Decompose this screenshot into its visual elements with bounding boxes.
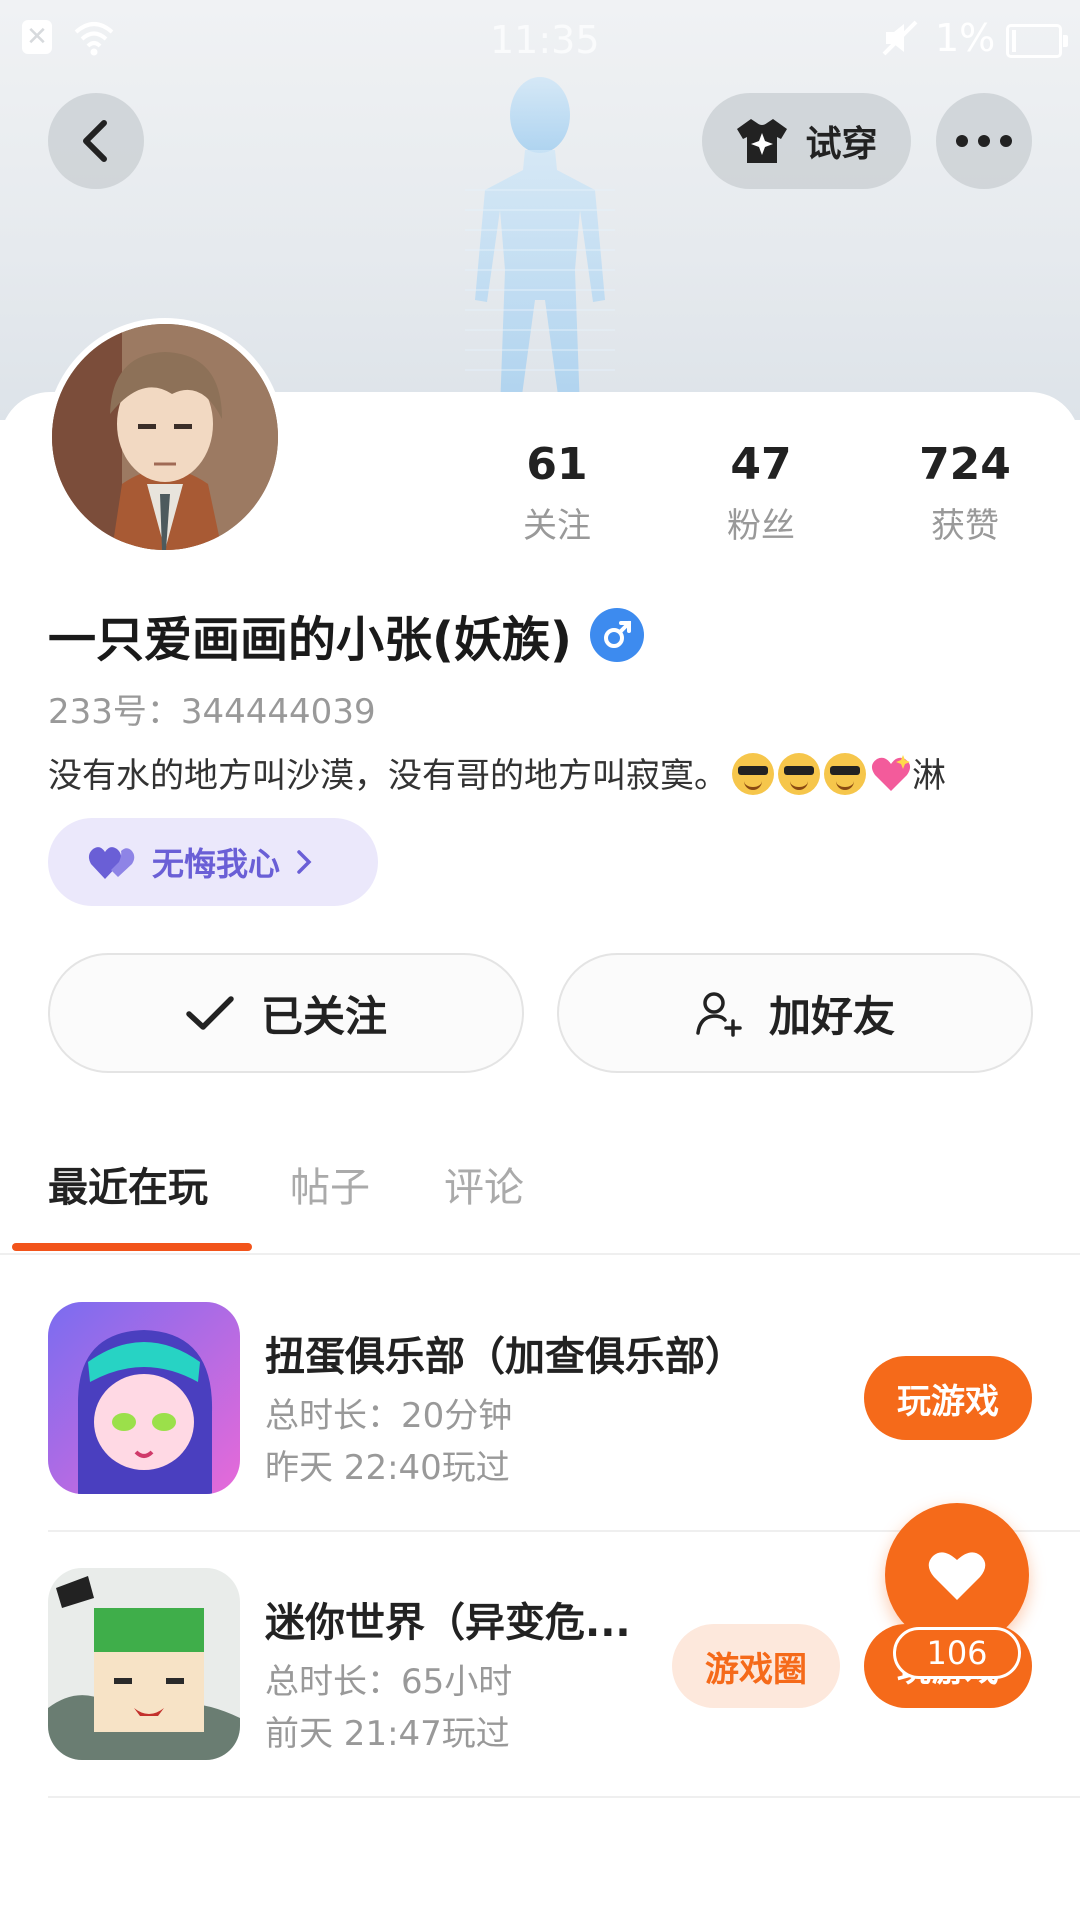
username: 一只爱画画的小张(妖族) (48, 612, 572, 668)
profile-tabs: 最近在玩 帖子 评论 (0, 1155, 1080, 1255)
try-on-button[interactable]: 试穿 (702, 93, 911, 189)
stat-followers[interactable]: 47 粉丝 (691, 440, 831, 547)
like-fab-button[interactable] (885, 1503, 1029, 1647)
more-button[interactable] (936, 93, 1032, 189)
wifi-icon (74, 22, 114, 56)
avatar-portrait-image (52, 324, 278, 550)
bio-suffix: 淋 (912, 756, 946, 796)
game-icon-gacha-club[interactable] (48, 1302, 240, 1494)
followers-label: 粉丝 (727, 506, 795, 546)
tab-comments[interactable]: 评论 (444, 1155, 524, 1213)
add-friend-button[interactable]: 加好友 (557, 953, 1033, 1073)
sunglasses-emoji-icon (824, 753, 866, 795)
chevron-right-icon (297, 850, 312, 874)
double-heart-icon (88, 847, 135, 879)
avatar-3d-figure (465, 77, 615, 410)
active-tab-indicator (12, 1243, 252, 1251)
male-gender-icon (589, 608, 644, 662)
sunglasses-emoji-icon (778, 753, 820, 795)
username-row: 一只爱画画的小张(妖族) (48, 600, 644, 670)
back-button[interactable] (48, 93, 144, 189)
mute-icon (882, 20, 918, 56)
bio-text: 没有水的地方叫沙漠，没有哥的地方叫寂寞。 (48, 756, 728, 796)
game-duration: 总时长：20分钟 (265, 1396, 513, 1436)
stat-likes[interactable]: 724 获赞 (895, 440, 1035, 547)
battery-icon (1006, 24, 1068, 58)
sunglasses-emoji-icon (732, 753, 774, 795)
row-divider (48, 1796, 1080, 1798)
chevron-left-icon (83, 120, 107, 162)
like-count-badge: 106 (893, 1627, 1021, 1679)
more-dots-icon (956, 135, 1012, 147)
checkmark-icon (186, 996, 234, 1030)
game-title: 迷你世界（异变危... (265, 1600, 631, 1646)
followed-button[interactable]: 已关注 (48, 953, 524, 1073)
avatar[interactable] (46, 318, 284, 556)
tab-posts[interactable]: 帖子 (290, 1155, 370, 1213)
game-duration: 总时长：65小时 (265, 1662, 513, 1702)
battery-percentage: 1% (935, 16, 996, 60)
game-last-played: 昨天 22:40玩过 (265, 1448, 510, 1488)
notification-close-icon: ✕ (22, 20, 52, 54)
likes-label: 获赞 (931, 506, 999, 546)
sparkling-heart-emoji-icon (871, 755, 911, 791)
followers-count: 47 (730, 439, 792, 490)
add-user-icon (696, 992, 742, 1037)
followed-label: 已关注 (260, 991, 387, 1041)
game-last-played: 前天 21:47玩过 (265, 1714, 510, 1754)
try-on-label: 试穿 (805, 124, 878, 165)
user-bio: 没有水的地方叫沙漠，没有哥的地方叫寂寞。 淋 (48, 748, 946, 797)
stat-following[interactable]: 61 关注 (487, 440, 627, 547)
game-icon-mini-world[interactable] (48, 1568, 240, 1760)
tab-recently-played[interactable]: 最近在玩 (48, 1155, 208, 1213)
game-title: 扭蛋俱乐部（加查俱乐部） (265, 1334, 745, 1380)
tshirt-sparkle-icon (737, 119, 788, 163)
add-friend-label: 加好友 (768, 991, 895, 1041)
following-label: 关注 (523, 506, 591, 546)
status-bar: ✕ 11:35 1% (0, 0, 1080, 80)
following-count: 61 (526, 439, 588, 490)
play-game-button[interactable]: 玩游戏 (864, 1356, 1032, 1440)
game-list-item[interactable]: 扭蛋俱乐部（加查俱乐部） 总时长：20分钟 昨天 22:40玩过 玩游戏 (0, 1276, 1080, 1542)
tabs-divider (0, 1253, 1080, 1255)
game-circle-button[interactable]: 游戏圈 (672, 1624, 840, 1708)
relationship-tag-button[interactable]: 无悔我心 (48, 818, 378, 906)
tag-label: 无悔我心 (152, 845, 281, 883)
likes-count: 724 (919, 439, 1011, 490)
user-id: 233号：344444039 (48, 692, 376, 732)
status-time: 11:35 (490, 18, 600, 62)
heart-icon (928, 1552, 986, 1600)
